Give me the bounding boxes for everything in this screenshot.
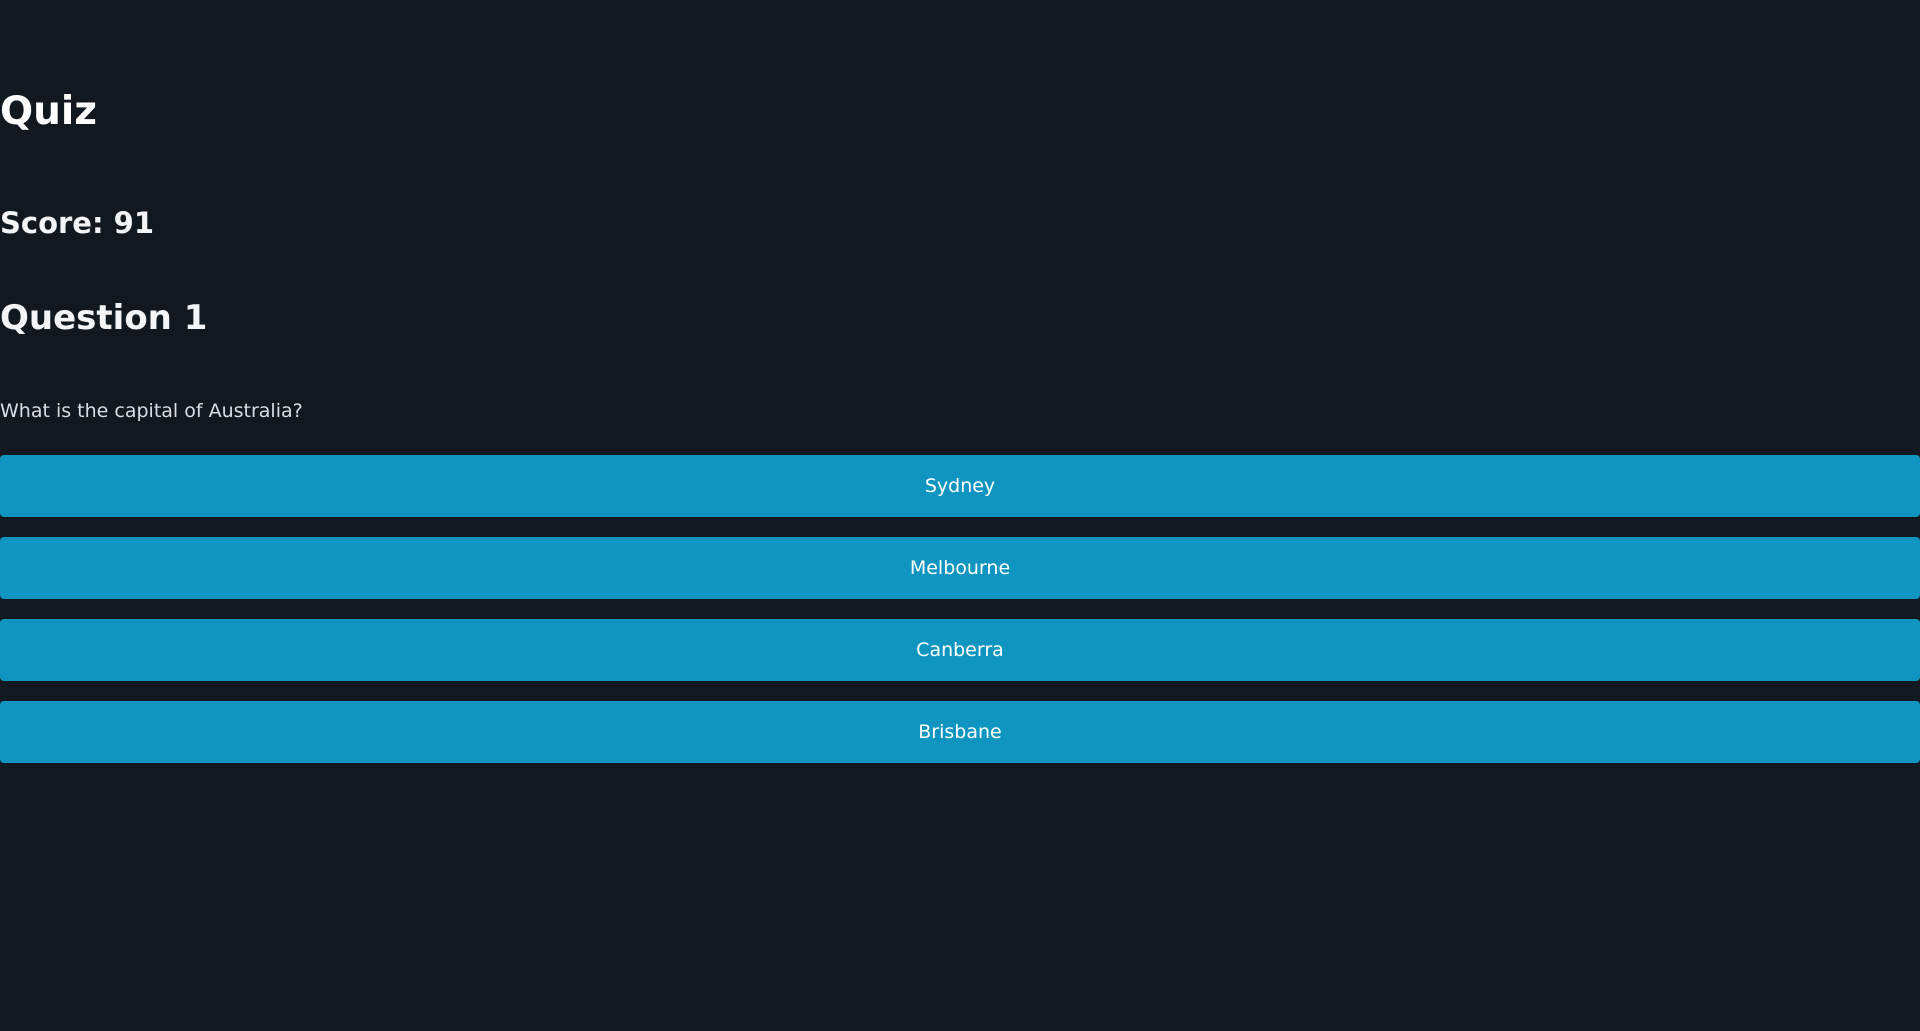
answer-button-sydney[interactable]: Sydney: [0, 455, 1920, 517]
answer-button-brisbane[interactable]: Brisbane: [0, 701, 1920, 763]
quiz-title: Quiz: [0, 89, 97, 134]
answer-list: Sydney Melbourne Canberra Brisbane: [0, 455, 1920, 783]
question-text: What is the capital of Australia?: [0, 400, 303, 422]
answer-button-canberra[interactable]: Canberra: [0, 619, 1920, 681]
question-heading: Question 1: [0, 298, 208, 338]
quiz-page: Quiz Score: 91 Question 1 What is the ca…: [0, 0, 1920, 1031]
answer-button-melbourne[interactable]: Melbourne: [0, 537, 1920, 599]
score-display: Score: 91: [0, 206, 155, 240]
